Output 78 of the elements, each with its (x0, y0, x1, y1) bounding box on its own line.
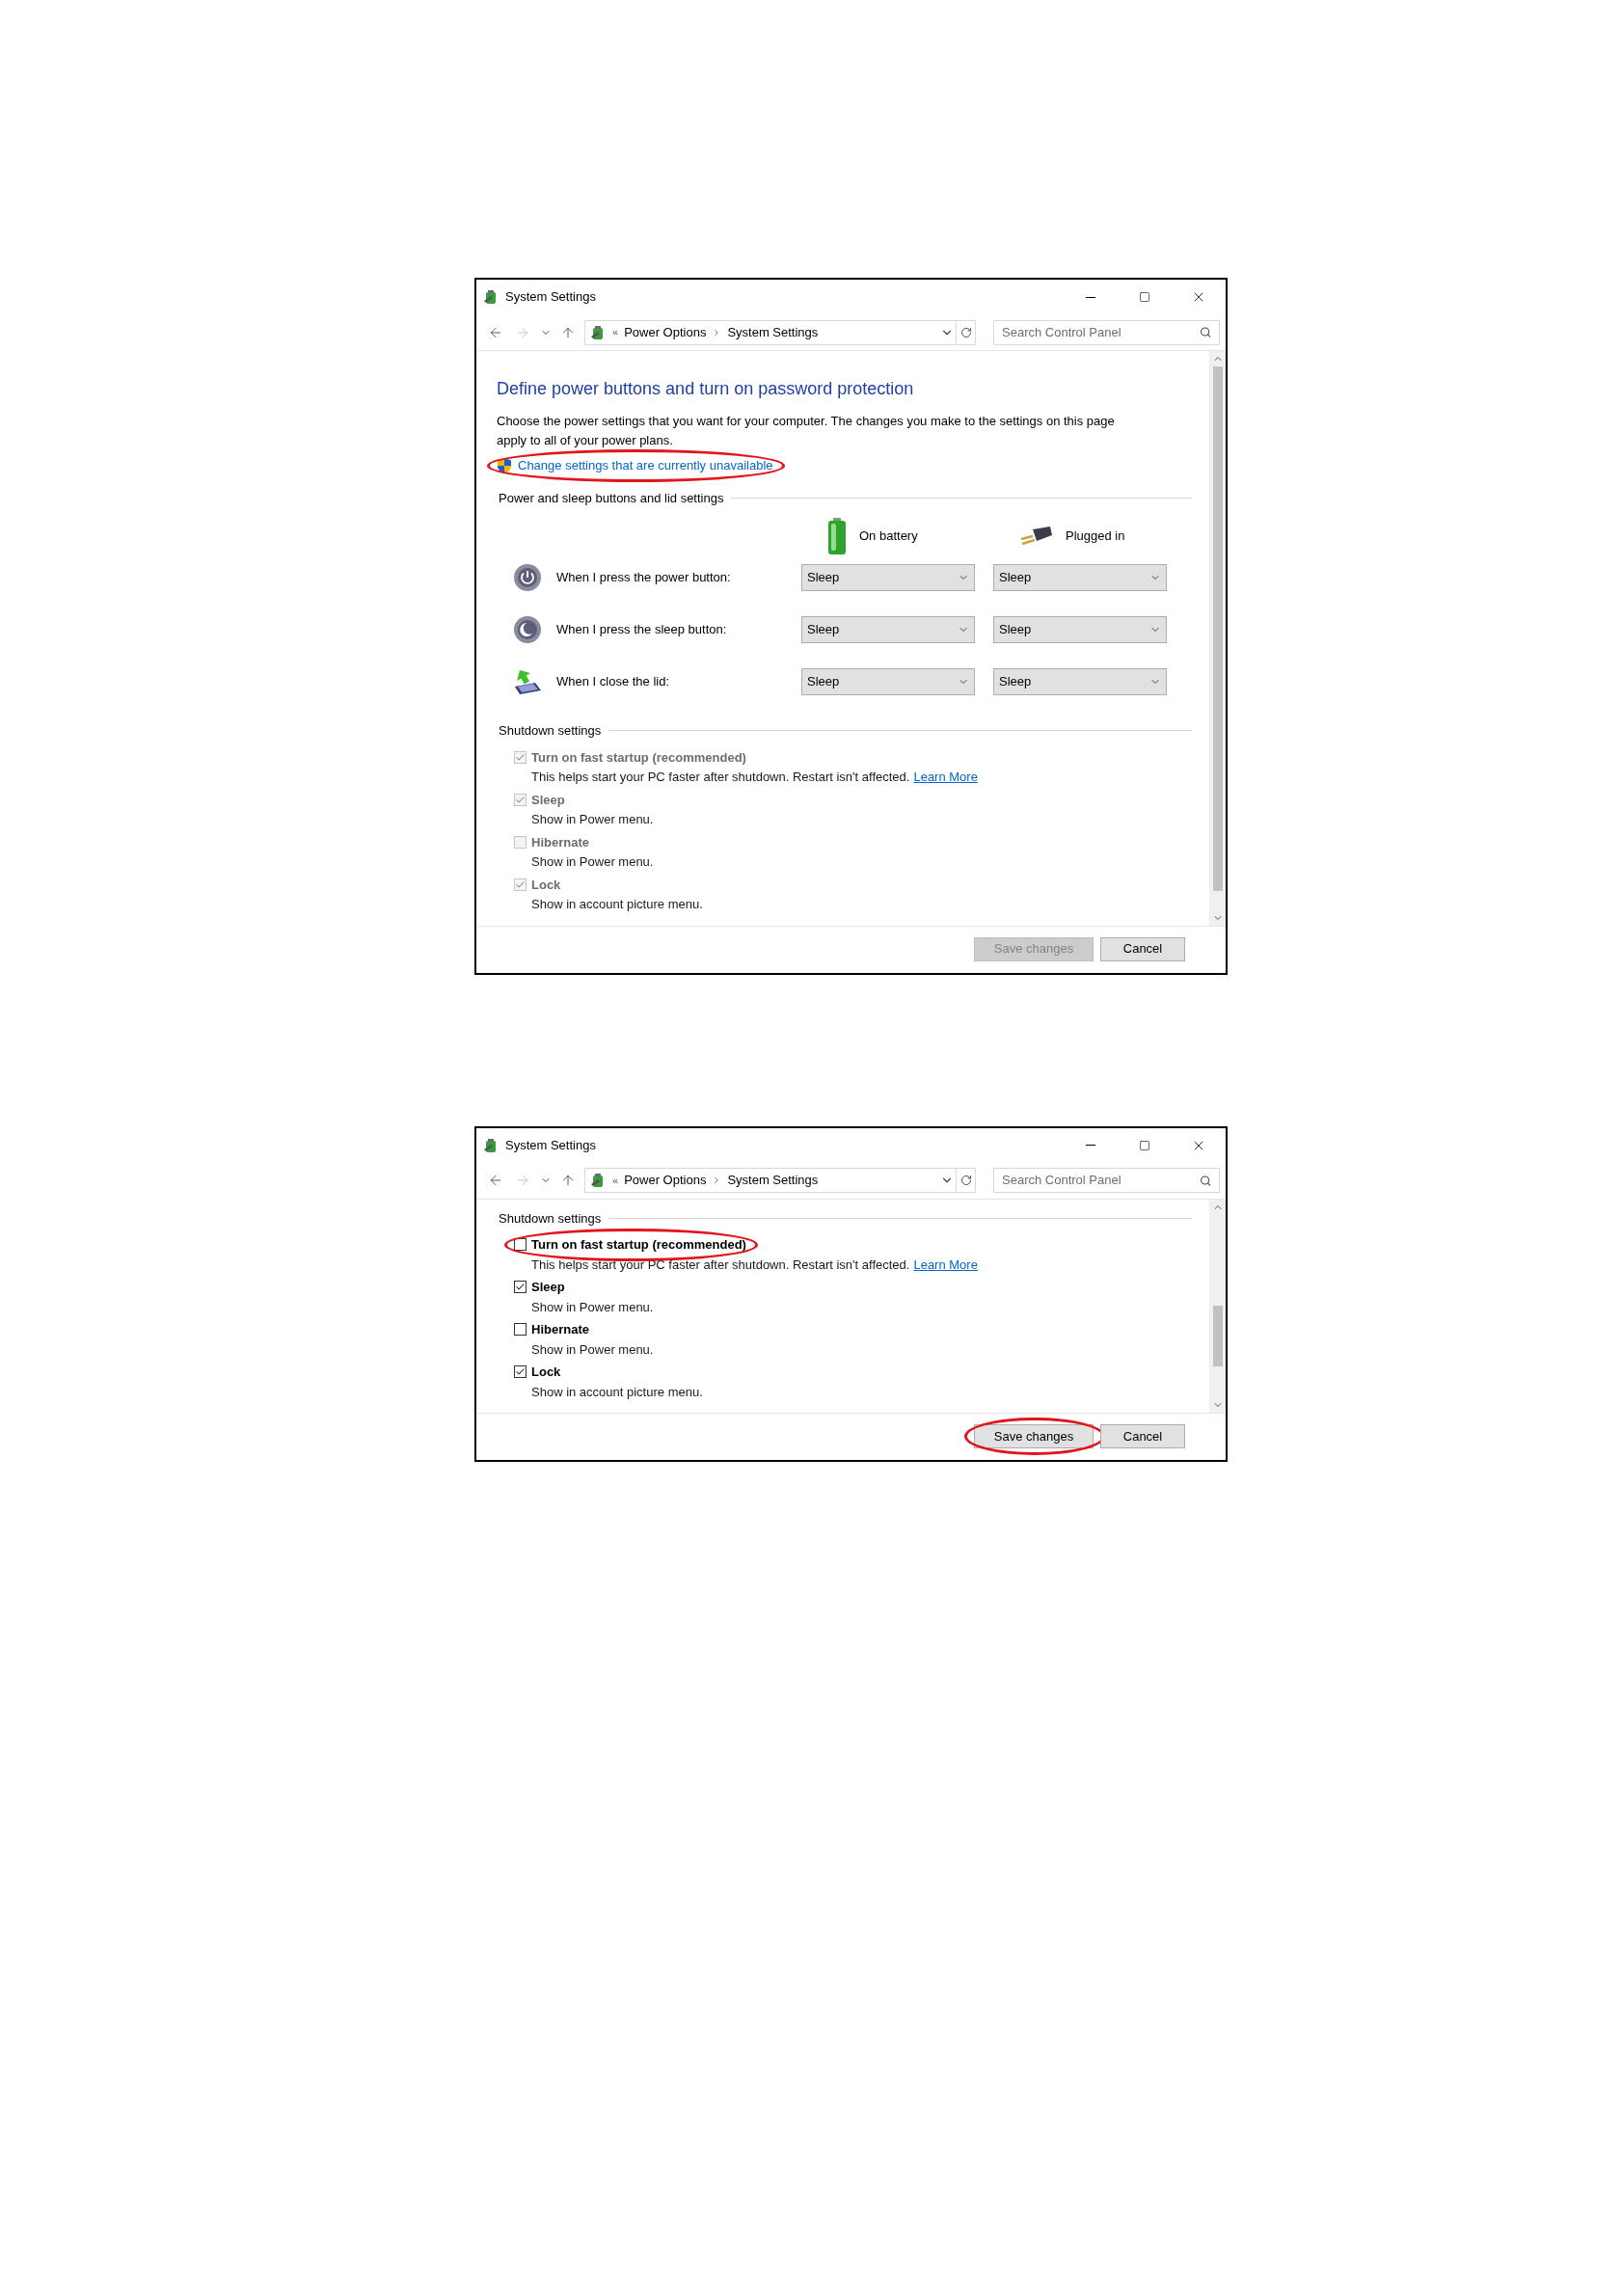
power-icon (513, 563, 542, 592)
option-label: Hibernate (531, 833, 589, 851)
change-settings-link[interactable]: Change settings that are currently unavailable (518, 456, 773, 475)
dropdown[interactable]: Sleep (801, 668, 975, 695)
page-heading: Define power buttons and turn on password protection (497, 378, 915, 400)
dropdown[interactable]: Sleep (993, 616, 1167, 643)
refresh-icon (959, 1175, 972, 1186)
column-header: Plugged in (1066, 527, 1125, 546)
dropdown[interactable]: Sleep (801, 616, 975, 643)
window-title: System Settings (505, 288, 596, 307)
search-field[interactable]: Search Control Panel (993, 319, 1220, 345)
breadcrumb[interactable]: System Settings (727, 322, 819, 342)
save-button[interactable]: Save changes (974, 1424, 1094, 1448)
search-icon (1199, 326, 1211, 338)
check-icon (515, 878, 526, 890)
refresh-icon (959, 326, 972, 338)
cancel-button[interactable]: Cancel (1100, 936, 1185, 961)
address-bar[interactable]: « Power Options System Settings (584, 1168, 957, 1193)
check-icon (515, 751, 526, 763)
minimize-icon (1086, 296, 1095, 298)
overflow-chevrons[interactable]: « (612, 1172, 619, 1189)
option-description: Show in account picture menu. (531, 896, 703, 913)
setting-label: When I press the power button: (556, 569, 732, 587)
dropdown[interactable]: Sleep (993, 668, 1167, 695)
option-description: Show in account picture menu. (531, 1383, 703, 1401)
option-label: Sleep (531, 1279, 565, 1296)
checkbox[interactable] (514, 1281, 527, 1294)
option-description: Show in Power menu. (531, 1340, 654, 1359)
option-label: Lock (531, 1364, 561, 1381)
overflow-chevrons[interactable]: « (612, 324, 619, 340)
minimize-icon (1086, 1145, 1095, 1146)
search-input[interactable]: Search Control Panel (1002, 322, 1200, 342)
up-arrow-icon (560, 1173, 576, 1188)
search-input[interactable]: Search Control Panel (1002, 1171, 1200, 1190)
scrollbar-thumb[interactable] (1212, 1306, 1223, 1367)
checkbox[interactable] (514, 1365, 527, 1379)
option-description: This helps start your PC faster after shutdown. Restart isn't affected. (531, 769, 910, 786)
address-bar[interactable]: « Power Options System Settings (584, 319, 957, 345)
learn-more-link[interactable]: Learn More (913, 1255, 978, 1274)
maximize-icon (1139, 1139, 1150, 1151)
setting-label: When I press the sleep button: (556, 621, 728, 639)
option-label: Turn on fast startup (recommended) (531, 748, 746, 767)
scrollbar[interactable] (1209, 1199, 1226, 1413)
option-description: Show in Power menu. (531, 1298, 654, 1316)
refresh-button[interactable] (957, 319, 976, 345)
option-label: Sleep (531, 791, 565, 809)
option-description: Show in Power menu. (531, 853, 654, 871)
section-title: Power and sleep buttons and lid settings (499, 489, 724, 507)
option-label: Hibernate (531, 1321, 589, 1338)
dropdown[interactable]: Sleep (801, 564, 975, 591)
section-title: Shutdown settings (499, 722, 602, 740)
setting-label: When I close the lid: (556, 673, 671, 691)
column-header: On battery (859, 527, 918, 546)
cancel-button[interactable]: Cancel (1100, 1424, 1185, 1448)
option-description: Show in Power menu. (531, 811, 654, 828)
search-icon (1199, 1174, 1211, 1187)
breadcrumb[interactable]: System Settings (727, 1171, 819, 1190)
laptop-icon (512, 667, 543, 696)
section-title: Shutdown settings (499, 1209, 602, 1228)
battery-icon (826, 517, 848, 555)
refresh-button[interactable] (957, 1168, 976, 1193)
breadcrumb[interactable]: Power Options (624, 322, 707, 342)
option-description: This helps start your PC faster after shutdown. Restart isn't affected. (531, 1256, 910, 1274)
dropdown[interactable]: Sleep (993, 564, 1167, 591)
maximize-icon (1139, 291, 1150, 303)
page-description: Choose the power settings that you want for your computer. The changes you make to the settings on this page apply to all of your power plans. (497, 413, 1116, 449)
checkbox[interactable] (514, 1323, 527, 1337)
plug-icon (1019, 526, 1054, 547)
window-title: System Settings (505, 1136, 596, 1154)
scrollbar[interactable] (1209, 351, 1226, 926)
scrollbar-thumb[interactable] (1212, 366, 1223, 891)
breadcrumb[interactable]: Power Options (624, 1171, 707, 1190)
moon-icon (513, 615, 542, 644)
check-icon (515, 794, 526, 805)
option-label: Turn on fast startup (recommended) (531, 1236, 746, 1254)
search-field[interactable]: Search Control Panel (993, 1168, 1220, 1193)
checkbox[interactable] (514, 1238, 527, 1252)
option-label: Lock (531, 876, 561, 894)
